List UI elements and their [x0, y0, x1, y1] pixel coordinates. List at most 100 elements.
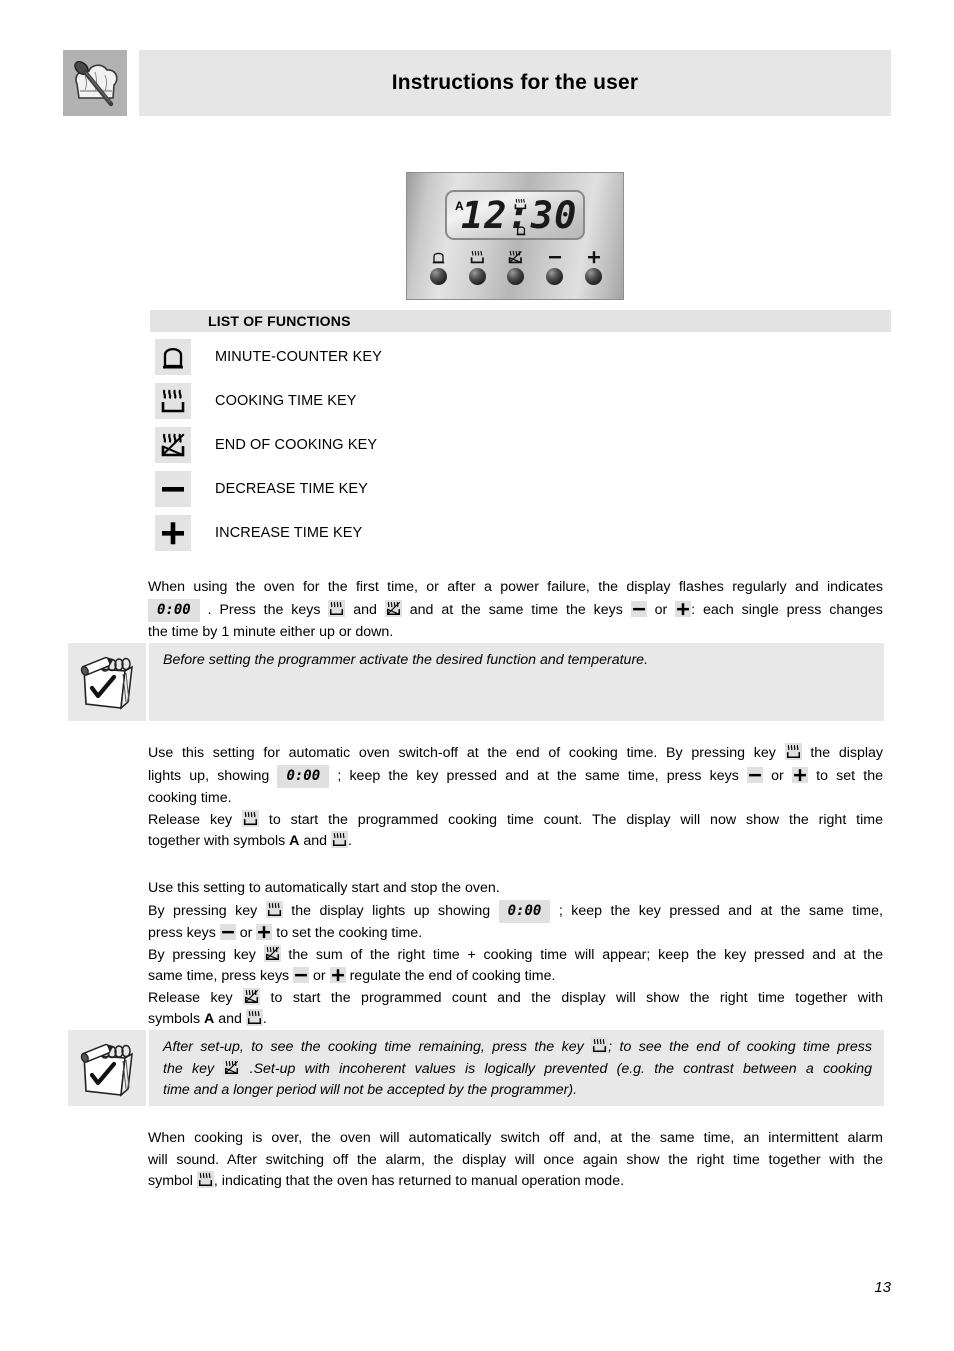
start-stop-line-2: By pressing key the display lights up sh… [148, 899, 883, 923]
minus-icon [630, 600, 647, 617]
symbol-a: A [289, 833, 300, 849]
cooking-icon [196, 1171, 214, 1188]
cooking-time-line-2: lights up, showing 0:00 ; keep the key p… [148, 764, 883, 788]
cooking-icon [265, 900, 283, 918]
minus-icon [155, 471, 191, 507]
text-b: and [218, 1011, 242, 1027]
section-end-of-cooking: When cooking is over, the oven will auto… [148, 1128, 883, 1193]
plus-icon [585, 249, 603, 265]
intro-line-3: the time by 1 minute either up or down. [148, 624, 394, 640]
bell-icon [429, 249, 447, 265]
cooking-icon [784, 743, 802, 760]
function-row-cooking-time: COOKING TIME KEY [150, 379, 891, 423]
intro-text-b: and [353, 601, 377, 618]
cooking-icon [245, 1009, 263, 1026]
cooking-icon [331, 831, 348, 848]
button-knob[interactable] [507, 268, 525, 285]
cooking-time-button[interactable] [462, 249, 492, 285]
end-of-cooking-icon [384, 599, 402, 617]
cooking-time-line-4: Release key to start the programmed cook… [148, 809, 883, 832]
text-b: the display [810, 745, 883, 761]
note-box-1: Before setting the programmer activate t… [68, 643, 884, 721]
section-cooking-time: Use this setting for automatic oven swit… [148, 743, 883, 853]
start-stop-line-4: By pressing key the sum of the right tim… [148, 944, 883, 967]
function-label: DECREASE TIME KEY [215, 481, 368, 497]
page-number: 13 [874, 1279, 891, 1296]
text-a: the key [163, 1060, 215, 1077]
text-a: After set-up, to see the cooking time re… [163, 1039, 584, 1055]
bell-icon [155, 339, 191, 375]
text-a: Release key [148, 811, 233, 828]
start-stop-line-5: same time, press keys or regulate the en… [148, 966, 883, 988]
display-value-chip: 0:00 [277, 764, 330, 788]
button-knob[interactable] [429, 268, 447, 285]
list-of-functions-header: LIST OF FUNCTIONS [150, 310, 891, 332]
end-of-cooking-icon [223, 1058, 241, 1076]
start-stop-line-3: press keys or to set the cooking time. [148, 923, 883, 945]
function-row-increase-time: INCREASE TIME KEY [150, 511, 891, 555]
text-b: the sum of the right time + cooking time… [288, 946, 883, 963]
text-b: or [313, 968, 326, 984]
chef-hat-spoon-icon [63, 50, 127, 116]
note-2-line-3: time and a longer period will not be acc… [163, 1082, 578, 1098]
cooking-icon [468, 249, 486, 265]
lcd-cooking-icon [514, 197, 527, 210]
intro-paragraph: When using the oven for the first time, … [148, 577, 883, 644]
text-d: to set the [816, 767, 883, 784]
start-stop-line-7: symbols A and . [148, 1009, 883, 1031]
function-row-end-of-cooking: END OF COOKING KEY [150, 423, 891, 467]
list-of-functions-table: MINUTE-COUNTER KEY COOKING TIME KEY END … [150, 335, 891, 555]
text-b: ; to see the end of cooking time press [608, 1039, 872, 1055]
minus-icon [219, 924, 236, 940]
text-b: to start the programmed cooking time cou… [268, 811, 883, 828]
display-value-chip: 0:00 [498, 899, 551, 923]
function-label: MINUTE-COUNTER KEY [215, 349, 382, 365]
text-a: lights up, showing [148, 767, 270, 784]
symbol-a: A [204, 1011, 215, 1027]
text-a: symbol [148, 1173, 193, 1189]
list-of-functions-title: LIST OF FUNCTIONS [208, 313, 351, 329]
increase-time-button[interactable] [579, 249, 609, 285]
button-knob[interactable] [468, 268, 486, 285]
text-a: By pressing key [148, 946, 256, 963]
text-a: same time, press keys [148, 968, 290, 984]
decrease-time-button[interactable] [540, 249, 570, 285]
minus-icon [546, 249, 564, 265]
start-stop-line-6: Release key to start the programmed coun… [148, 987, 883, 1010]
cooking-time-line-1: Use this setting for automatic oven swit… [148, 743, 883, 765]
plus-icon [155, 515, 191, 551]
text-c: or [771, 767, 784, 784]
minute-counter-button[interactable] [423, 249, 453, 285]
cooking-icon [241, 809, 259, 827]
text-b: the display lights up showing [291, 902, 491, 919]
notepad-pencil-icon [68, 1030, 146, 1106]
intro-text-d: or [654, 601, 668, 618]
end-line-2: will sound. After switching off the alar… [148, 1151, 883, 1168]
button-knob[interactable] [546, 268, 564, 285]
cooking-time-line-5: together with symbols A and . [148, 831, 883, 853]
cooking-icon [155, 383, 191, 419]
section-start-stop: Use this setting to automatically start … [148, 878, 883, 1031]
minus-icon [746, 766, 763, 783]
cooking-time-line-3: cooking time. [148, 790, 232, 806]
end-of-cooking-icon [507, 249, 525, 265]
text-c: . [348, 833, 352, 849]
start-stop-line-1: Use this setting to automatically start … [148, 880, 500, 896]
function-label: COOKING TIME KEY [215, 393, 357, 409]
function-label: END OF COOKING KEY [215, 437, 378, 453]
end-of-cooking-button[interactable] [501, 249, 531, 285]
function-label: INCREASE TIME KEY [215, 525, 363, 541]
text-a: Release key [148, 989, 233, 1006]
page-title: Instructions for the user [391, 71, 639, 94]
note-box-2: After set-up, to see the cooking time re… [68, 1030, 884, 1106]
button-knob[interactable] [585, 268, 603, 285]
text-a: together with symbols [148, 833, 286, 849]
intro-line-2: 0:00 . Press the keys and and at the sam… [148, 598, 883, 622]
note-2-line-1: After set-up, to see the cooking time re… [163, 1037, 872, 1059]
note-1-body: Before setting the programmer activate t… [149, 643, 884, 721]
end-of-cooking-icon [243, 987, 261, 1005]
text-a: symbols [148, 1011, 201, 1027]
lcd-bell-icon [516, 223, 526, 236]
intro-text-c: and at the same time the keys [409, 601, 623, 618]
plus-icon [329, 967, 346, 983]
